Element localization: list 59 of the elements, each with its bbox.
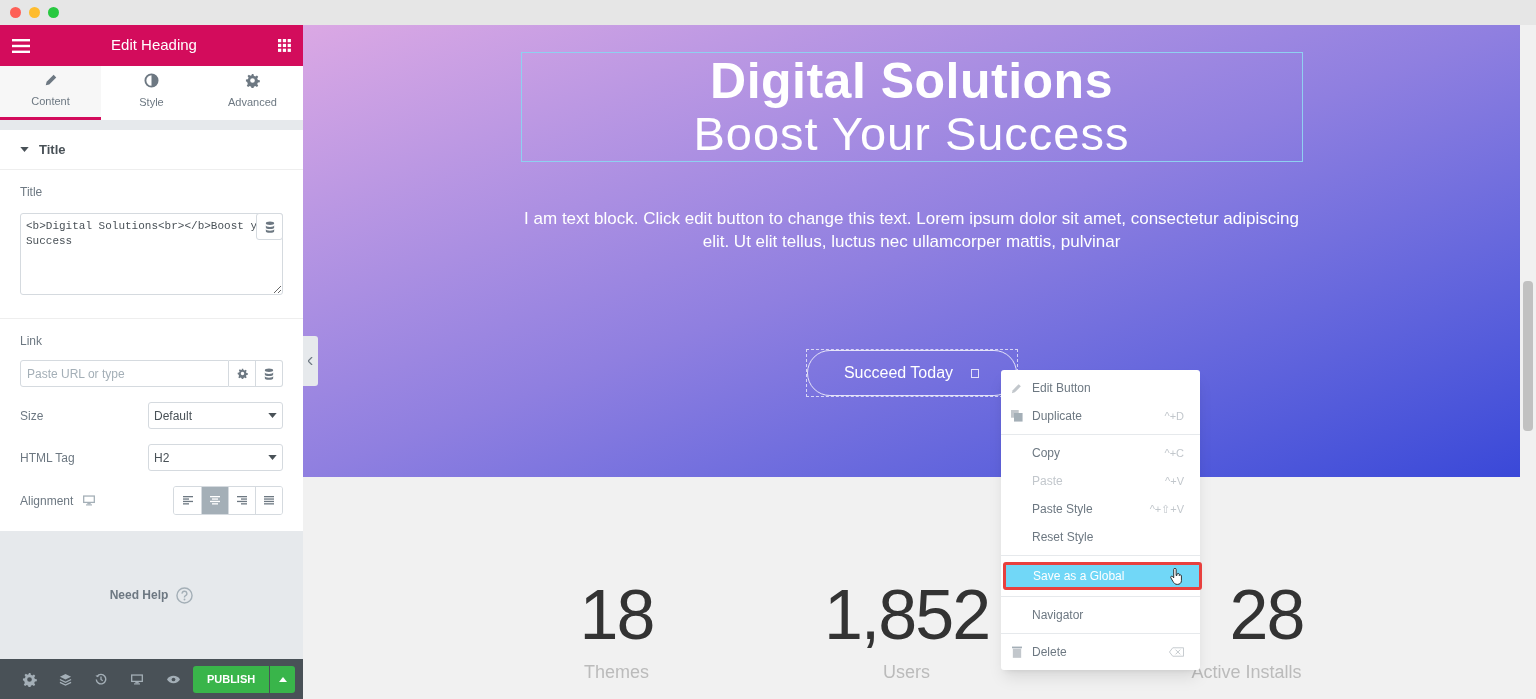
publish-button[interactable]: PUBLISH bbox=[192, 665, 270, 693]
heading-bold: Digital Solutions bbox=[710, 54, 1113, 108]
publish-options-button[interactable] bbox=[270, 665, 295, 693]
backspace-icon bbox=[1169, 647, 1184, 657]
shortcut-text: ^+⇧+V bbox=[1149, 501, 1184, 517]
align-center-icon bbox=[210, 496, 220, 505]
align-button[interactable] bbox=[201, 487, 228, 514]
database-icon bbox=[264, 220, 275, 233]
stat-number: 1,852 bbox=[823, 580, 990, 650]
caret-icon bbox=[268, 455, 277, 460]
link-options-button[interactable] bbox=[229, 360, 256, 387]
chevron-left-icon bbox=[308, 357, 313, 365]
menu-item[interactable]: Navigator bbox=[1001, 601, 1200, 629]
align-button[interactable] bbox=[255, 487, 282, 514]
menu-item[interactable]: Copy ^+C bbox=[1001, 439, 1200, 467]
select-dropdown[interactable]: Default bbox=[148, 402, 283, 429]
hand-cursor-icon bbox=[1170, 567, 1183, 585]
monitor-icon[interactable] bbox=[83, 495, 96, 506]
heading-light: Boost Your Success bbox=[693, 108, 1130, 160]
shortcut-text: ^+C bbox=[1164, 445, 1184, 461]
contrast-icon bbox=[144, 72, 159, 88]
copy-icon bbox=[1011, 410, 1023, 422]
panel-title: Edit Heading bbox=[111, 35, 197, 56]
pencil-icon bbox=[43, 73, 58, 88]
field-label: Size bbox=[20, 407, 44, 425]
menu-item[interactable]: Reset Style bbox=[1001, 523, 1200, 551]
caret-icon bbox=[268, 413, 277, 418]
gear-icon bbox=[236, 368, 248, 379]
field-label: Title bbox=[20, 184, 44, 201]
field-label: Link bbox=[20, 333, 43, 350]
body-text: I am text block. Click edit button to change this text. Lorem ipsum dolor sit amet, consectetur adipiscing elit. Ut elit tellus, luctus nec ullamcorper mattis, pulvinar bbox=[523, 208, 1300, 253]
help-link[interactable]: Need Help bbox=[109, 586, 169, 604]
menu-icon[interactable] bbox=[12, 38, 30, 53]
menu-item[interactable]: Duplicate ^+D bbox=[1001, 402, 1200, 430]
align-right-icon bbox=[237, 496, 247, 505]
stat-number: 18 bbox=[579, 580, 654, 650]
field-label: Alignment bbox=[20, 492, 74, 510]
dynamic-tags-button[interactable] bbox=[256, 360, 283, 387]
trash-icon bbox=[1011, 646, 1023, 658]
align-justify-icon bbox=[264, 496, 274, 505]
menu-item[interactable]: Delete bbox=[1001, 638, 1200, 666]
grid-icon[interactable] bbox=[278, 39, 291, 52]
link-input[interactable]: Paste URL or type bbox=[20, 360, 229, 387]
panel-tab[interactable]: Content bbox=[0, 66, 101, 120]
caret-icon bbox=[20, 147, 29, 152]
pencil-icon bbox=[1011, 382, 1023, 394]
caret-up-icon bbox=[278, 676, 287, 682]
field-label: HTML Tag bbox=[20, 449, 75, 467]
menu-item[interactable]: Paste Style ^+⇧+V bbox=[1001, 495, 1200, 523]
stat-number: 28 bbox=[1228, 580, 1304, 650]
scrollbar-thumb[interactable] bbox=[1523, 281, 1533, 431]
database-icon bbox=[264, 367, 274, 380]
shortcut-text: ^+V bbox=[1165, 473, 1184, 489]
square-icon bbox=[971, 368, 980, 378]
align-left-icon bbox=[182, 496, 193, 505]
shortcut-text: ^+D bbox=[1164, 408, 1184, 424]
dynamic-tags-button[interactable] bbox=[256, 213, 283, 240]
gear-icon bbox=[245, 72, 260, 88]
select-dropdown[interactable]: H2 bbox=[148, 444, 283, 471]
